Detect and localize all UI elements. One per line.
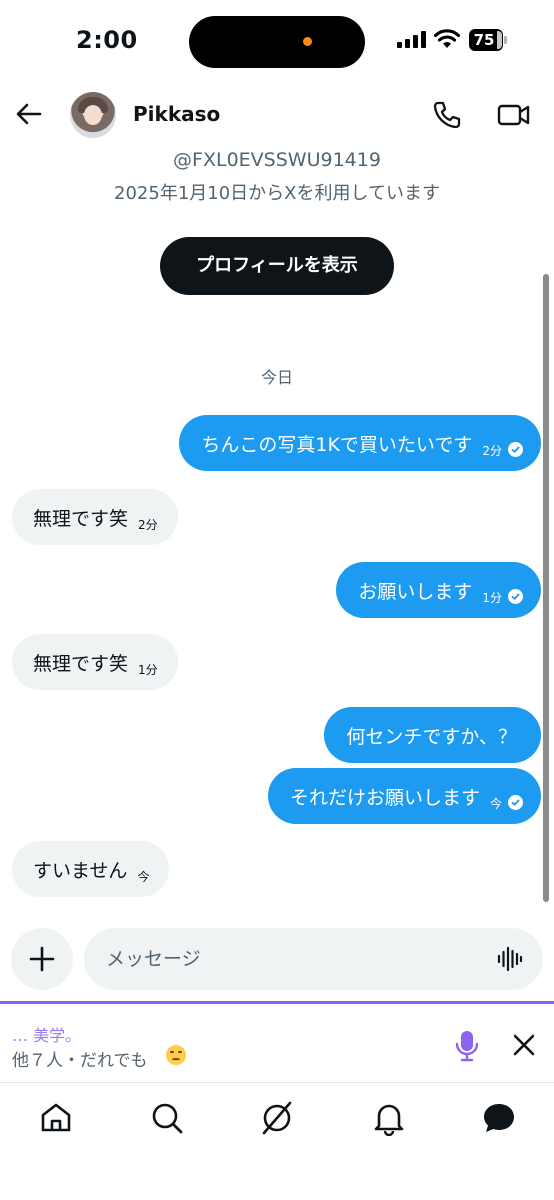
message-text: 何センチですか、？ (346, 725, 517, 748)
read-receipt-icon (508, 588, 523, 604)
profile-joined-date: 2025年1月10日からXを利用しています (114, 183, 440, 204)
dynamic-island (189, 16, 365, 68)
message-bubble-outgoing[interactable]: それだけお願いします 今 (267, 768, 541, 824)
message-text: 無理です笑 (33, 652, 129, 675)
messages-icon[interactable] (481, 1100, 517, 1136)
message-time: 1分 (482, 590, 502, 605)
privacy-indicator-dot (303, 37, 312, 46)
message-text: ちんこの写真1Kで買いたいです (201, 433, 473, 456)
group-title: … 美学。 (12, 1026, 82, 1045)
message-bubble-outgoing[interactable]: ちんこの写真1Kで買いたいです 2分 (179, 415, 541, 471)
battery-level: 75 (473, 31, 495, 49)
wifi-icon (434, 29, 460, 48)
bottom-navigation (0, 1084, 554, 1200)
message-input[interactable] (106, 928, 486, 990)
home-icon[interactable] (38, 1100, 74, 1136)
battery-icon: 75 (469, 29, 507, 51)
message-bubble-incoming[interactable]: 無理です笑 2分 (12, 489, 178, 545)
voice-message-icon[interactable] (496, 945, 524, 973)
message-bubble-incoming[interactable]: すいません 今 (12, 841, 170, 897)
group-subtitle: 他７人・だれでも (12, 1051, 148, 1071)
message-bubble-incoming[interactable]: 無理です笑 1分 (12, 634, 178, 690)
message-bubble-outgoing[interactable]: 何センチですか、？ (324, 707, 541, 763)
message-text: 無理です笑 (33, 507, 129, 530)
microphone-icon[interactable] (453, 1029, 481, 1063)
message-text: それだけお願いします (289, 786, 480, 809)
view-profile-button[interactable]: プロフィールを表示 (160, 237, 394, 295)
search-icon[interactable] (149, 1100, 185, 1136)
back-arrow-icon[interactable] (14, 99, 44, 129)
status-time: 2:00 (76, 26, 138, 54)
video-camera-icon[interactable] (497, 100, 531, 130)
message-time: 今 (489, 796, 502, 811)
conversation-header: Pikkaso (0, 84, 554, 146)
message-composer (84, 928, 543, 990)
message-time: 1分 (138, 662, 158, 677)
message-time: 今 (137, 869, 150, 884)
pensive-face-emoji-icon (166, 1045, 186, 1065)
add-attachment-button[interactable] (11, 928, 73, 990)
message-bubble-outgoing[interactable]: お願いします 1分 (336, 562, 541, 618)
profile-handle: @FXL0EVSSWU91419 (173, 149, 381, 171)
close-icon[interactable] (511, 1032, 537, 1058)
notifications-icon[interactable] (371, 1100, 407, 1136)
cellular-signal-icon (397, 31, 426, 48)
status-bar: 2:00 75 (0, 0, 554, 84)
avatar[interactable] (70, 92, 116, 138)
phone-icon[interactable] (431, 99, 463, 131)
message-time: 2分 (482, 443, 502, 458)
message-text: お願いします (358, 580, 473, 603)
message-text: すいません (33, 859, 128, 882)
message-time: 2分 (138, 517, 158, 532)
group-chat-banner[interactable]: … 美学。 他７人・だれでも (0, 1001, 554, 1083)
read-receipt-icon (508, 794, 523, 810)
plus-icon (29, 946, 55, 972)
grok-icon[interactable] (259, 1100, 295, 1136)
date-divider: 今日 (260, 368, 293, 387)
contact-name[interactable]: Pikkaso (133, 102, 220, 126)
read-receipt-icon (508, 441, 523, 457)
